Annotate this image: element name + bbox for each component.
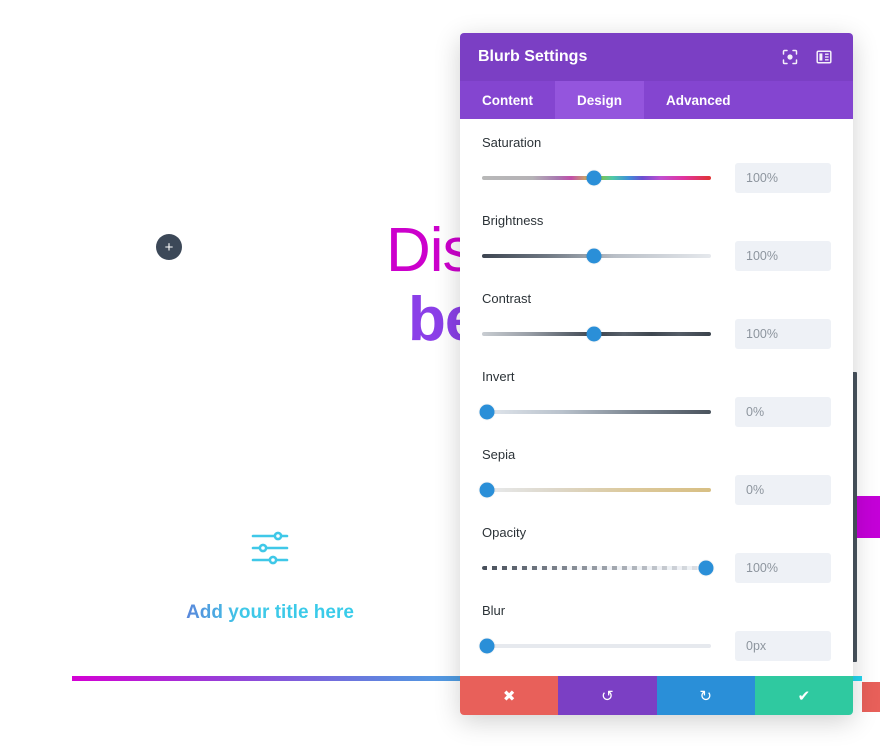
field-invert: Invert — [479, 369, 831, 427]
label-blur: Blur — [482, 603, 506, 618]
tab-content[interactable]: Content — [460, 81, 555, 119]
label-contrast: Contrast — [482, 291, 532, 306]
value-sepia[interactable] — [735, 475, 831, 505]
blurb-title: Add your title here — [150, 602, 390, 624]
label-opacity: Opacity — [482, 525, 527, 540]
tab-design[interactable]: Design — [555, 81, 645, 119]
save-button[interactable]: ✔ — [754, 676, 853, 715]
cancel-button[interactable]: ✖ — [460, 676, 559, 715]
undo-button[interactable]: ↺ — [558, 676, 657, 715]
slider-knob[interactable] — [586, 326, 602, 342]
red-accent-block — [862, 682, 880, 712]
value-invert[interactable] — [735, 397, 831, 427]
slider-track — [482, 488, 711, 492]
slider-track — [482, 410, 711, 414]
tab-advanced[interactable]: Advanced — [644, 81, 753, 119]
blurb-settings-modal: Blurb Settings Content Design Advanced S… — [460, 33, 853, 715]
field-saturation: Saturation — [482, 135, 831, 193]
slider-track — [482, 644, 711, 648]
value-blur[interactable] — [735, 631, 831, 661]
field-opacity: Opacity — [482, 525, 831, 583]
slider-contrast[interactable] — [482, 326, 711, 342]
label-saturation: Saturation — [482, 135, 542, 150]
label-invert: Invert — [482, 369, 515, 384]
label-brightness: Brightness — [482, 213, 544, 228]
slider-knob[interactable] — [586, 170, 602, 186]
slider-track — [482, 566, 711, 570]
field-sepia: Sepia — [479, 447, 831, 505]
value-opacity[interactable] — [735, 553, 831, 583]
field-blur: Blur — [479, 603, 831, 661]
label-sepia: Sepia — [482, 447, 516, 462]
magenta-accent-block — [857, 496, 880, 538]
slider-sepia[interactable] — [479, 482, 711, 498]
focus-target-icon[interactable] — [779, 46, 801, 68]
slider-brightness[interactable] — [482, 248, 711, 264]
sliders-icon — [251, 531, 289, 565]
slider-opacity[interactable] — [482, 560, 714, 576]
blurb-module[interactable]: Add your title here — [150, 528, 390, 624]
value-contrast[interactable] — [735, 319, 831, 349]
modal-body: Saturation Brightness Contrast — [460, 119, 853, 676]
modal-title: Blurb Settings — [478, 48, 588, 65]
plus-icon: + — [164, 238, 174, 256]
redo-button[interactable]: ↻ — [656, 676, 755, 715]
modal-footer: ✖ ↺ ↻ ✔ — [460, 676, 853, 715]
field-contrast: Contrast — [482, 291, 831, 349]
modal-tabs: Content Design Advanced — [460, 81, 853, 119]
modal-titlebar: Blurb Settings — [460, 33, 853, 81]
value-saturation[interactable] — [735, 163, 831, 193]
slider-knob[interactable] — [479, 482, 495, 498]
slider-saturation[interactable] — [482, 170, 711, 186]
add-section-button[interactable]: + — [156, 234, 182, 260]
slider-blur[interactable] — [479, 638, 711, 654]
slider-knob[interactable] — [698, 560, 714, 576]
slider-knob[interactable] — [479, 638, 495, 654]
slider-knob[interactable] — [586, 248, 602, 264]
layout-panel-icon[interactable] — [813, 46, 835, 68]
slider-invert[interactable] — [479, 404, 711, 420]
slider-knob[interactable] — [479, 404, 495, 420]
field-brightness: Brightness — [482, 213, 831, 271]
value-brightness[interactable] — [735, 241, 831, 271]
